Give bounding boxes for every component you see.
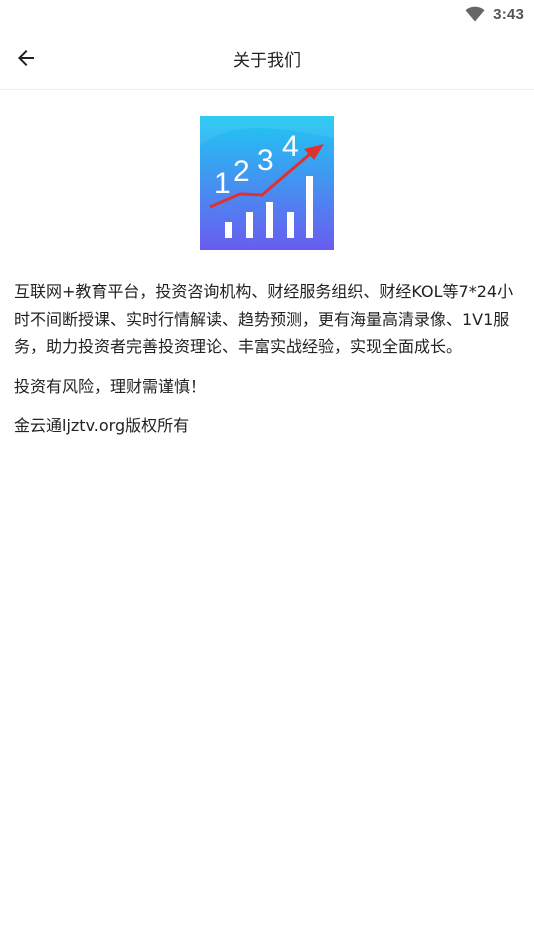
app-logo: 1 2 3 4 — [200, 116, 334, 250]
copyright-text: 金云通ljztv.org版权所有 — [14, 416, 190, 435]
status-time: 3:43 — [493, 5, 524, 23]
risk-warning: 投资有风险，理财需谨慎！ — [14, 376, 207, 396]
back-button[interactable] — [10, 42, 42, 74]
about-description: 互联网+教育平台，投资咨询机构、财经服务组织、财经KOL等7*24小时不间断授课… — [14, 282, 514, 356]
wifi-icon — [465, 6, 485, 22]
arrow-left-icon — [18, 50, 34, 66]
logo-digit-4: 4 — [282, 130, 299, 163]
logo-digit-2: 2 — [233, 155, 250, 188]
logo-digit-1: 1 — [214, 167, 231, 200]
logo-bar-1 — [225, 222, 232, 238]
logo-bar-3 — [266, 202, 273, 238]
logo-bar-4 — [287, 212, 294, 238]
about-content: 互联网+教育平台，投资咨询机构、财经服务组织、财经KOL等7*24小时不间断授课… — [14, 278, 520, 452]
status-bar: 3:43 — [0, 0, 534, 28]
logo-digit-3: 3 — [257, 144, 274, 177]
page-title: 关于我们 — [233, 51, 301, 71]
app-bar: 关于我们 — [0, 28, 534, 90]
logo-bar-2 — [246, 212, 253, 238]
logo-bar-5 — [306, 176, 313, 238]
